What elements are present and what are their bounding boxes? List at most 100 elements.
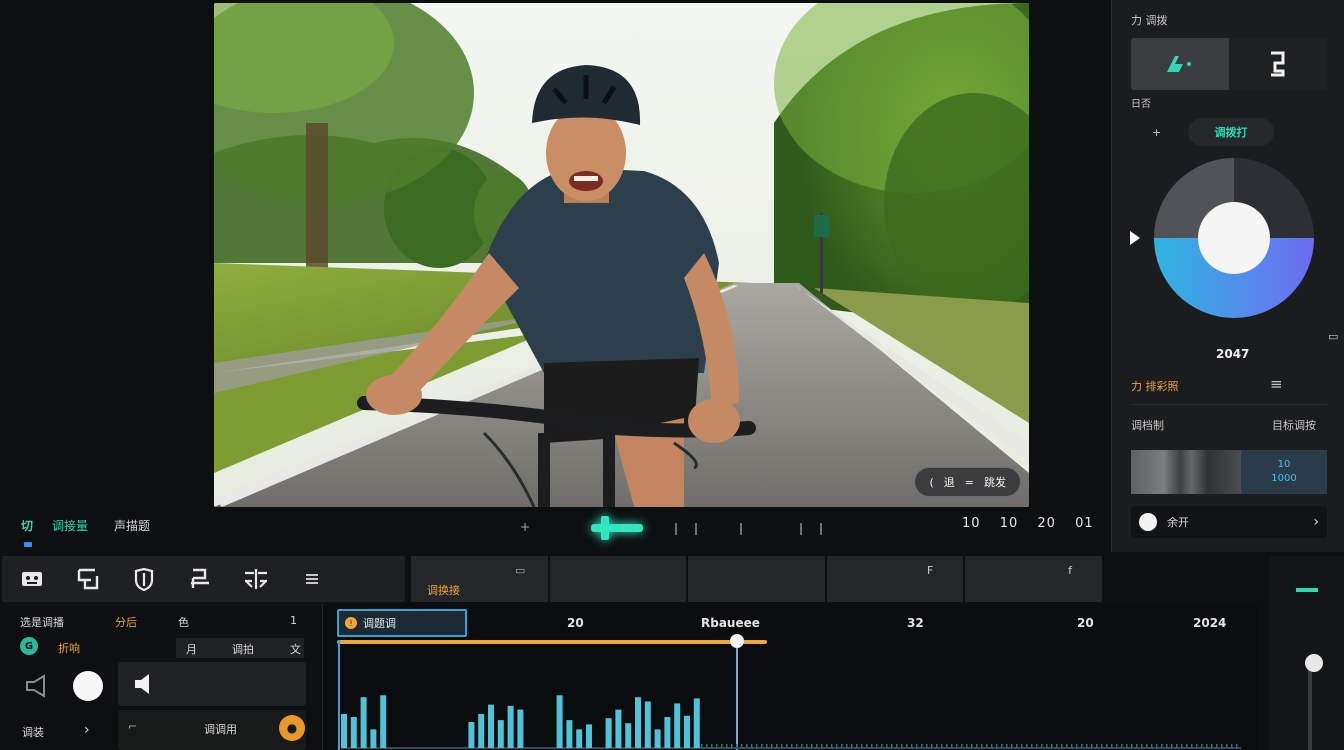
waveform-bar — [507, 705, 514, 748]
play-button-cap — [601, 516, 609, 540]
shield-icon[interactable] — [128, 563, 160, 595]
tab-c[interactable]: 声描题 — [114, 517, 150, 534]
menu-icon[interactable] — [296, 563, 328, 595]
bottom-chevron-icon[interactable]: › — [1313, 514, 1319, 530]
waveform-tick — [1196, 744, 1198, 748]
waveform-tick — [736, 744, 738, 748]
prop-tag-row[interactable]: 月 调拍 文 — [176, 638, 304, 658]
track-title: 调换接 — [427, 584, 460, 597]
chip-left-text: ( — [929, 475, 934, 489]
tab-b[interactable]: 调接量 — [52, 517, 88, 534]
props-bottom-left[interactable]: 调装 — [22, 724, 44, 740]
waveform-bar — [566, 720, 573, 748]
track-cell-3[interactable] — [688, 556, 825, 602]
waveform-tick — [931, 744, 933, 748]
ruler-label: Rbaueee — [701, 616, 760, 630]
waveform-tick — [961, 744, 963, 748]
record-dot-icon[interactable] — [1139, 513, 1157, 531]
clip-warning-icon: ! — [345, 617, 357, 629]
right-rail — [1270, 556, 1344, 750]
inspector-swatch[interactable]: 10 1000 — [1131, 450, 1327, 494]
track-cell-2[interactable] — [549, 556, 687, 602]
transport-tick — [820, 523, 822, 535]
mode-a-button[interactable] — [1131, 38, 1229, 90]
clip-label[interactable]: ! 调题调 — [337, 609, 467, 637]
wheel-pointer-icon[interactable] — [1130, 231, 1140, 245]
color-wheel[interactable] — [1152, 156, 1316, 320]
waveform-tick — [866, 744, 868, 748]
waveform-tick — [1031, 744, 1033, 748]
swatch-value[interactable]: 10 1000 — [1241, 450, 1327, 494]
time-readout: 10 10 20 01 — [962, 516, 1094, 531]
mode-b-button[interactable] — [1229, 38, 1327, 90]
speaker-icon[interactable] — [132, 672, 156, 696]
waveform-tick — [936, 744, 938, 748]
waveform-bar — [664, 717, 671, 748]
crop-icon[interactable] — [184, 563, 216, 595]
preview-image — [214, 3, 1029, 507]
mirror-icon[interactable] — [240, 563, 272, 595]
inspector-panel: 力 调拨 日否 + 调拨打 ▭ 2047 力 排彩照 ≡ 调档制 目标调按 10… — [1111, 0, 1344, 552]
timeline[interactable]: ! 调题调 20 Rbaueee 32 20 2024 — [322, 604, 1258, 750]
waveform-tick — [941, 744, 943, 748]
track-cell-5[interactable]: f — [965, 556, 1102, 602]
tab-a[interactable]: 切 — [21, 517, 33, 534]
speaker-outline-icon[interactable] — [24, 674, 54, 698]
adjust-icon[interactable]: ≡ — [1270, 375, 1283, 393]
audio-panel-secondary[interactable]: ⌐ 调调用 — [118, 710, 306, 750]
waveform-tick — [721, 744, 723, 748]
waveform-tick — [1206, 744, 1208, 748]
waveform-tick — [1171, 744, 1173, 748]
track-cell-4[interactable]: F — [826, 556, 964, 602]
waveform-bar — [605, 718, 612, 748]
rail-accent — [1296, 588, 1318, 592]
toggle-knob[interactable] — [73, 671, 103, 701]
ruler-label: 2024 — [1193, 616, 1227, 630]
chip-mid-text: 退 — [943, 476, 955, 489]
track-square-icon[interactable]: ▭ — [515, 564, 525, 577]
inspector-bottom-row[interactable]: 余开 › — [1131, 506, 1327, 538]
waveform-tick — [1051, 744, 1053, 748]
add-icon[interactable]: + — [1152, 126, 1161, 139]
add-marker-icon[interactable]: + — [520, 520, 530, 534]
waveform-tick — [1176, 744, 1178, 748]
audio-record-icon[interactable]: ● — [279, 715, 305, 741]
waveform-bar — [654, 729, 661, 748]
waveform-tick — [1061, 744, 1063, 748]
face-icon[interactable] — [16, 563, 48, 595]
props-chevron-icon[interactable]: › — [84, 722, 90, 738]
audio-waveform[interactable] — [341, 684, 1241, 750]
play-button[interactable] — [591, 524, 643, 532]
playhead-handle[interactable] — [730, 634, 745, 648]
preview-overlay-chip[interactable]: ( 退 = 跳发 — [914, 467, 1021, 497]
props-item-accent[interactable]: 折响 — [58, 640, 80, 656]
props-col-b: 1 — [290, 614, 297, 627]
waveform-tick — [856, 744, 858, 748]
clip-start-marker — [338, 640, 340, 750]
inspector-pill[interactable]: 调拨打 — [1188, 118, 1274, 146]
waveform-tick — [896, 744, 898, 748]
waveform-tick — [1071, 744, 1073, 748]
waveform-tick — [881, 744, 883, 748]
wheel-center-knob[interactable] — [1198, 202, 1270, 274]
waveform-tick — [951, 744, 953, 748]
waveform-tick — [876, 744, 878, 748]
waveform-bar — [674, 703, 681, 748]
waveform-tick — [831, 744, 833, 748]
volume-slider-knob[interactable] — [1305, 654, 1323, 672]
video-preview[interactable]: ( 退 = 跳发 — [214, 3, 1029, 507]
waveform-tick — [1156, 744, 1158, 748]
timeline-progress[interactable] — [337, 640, 767, 644]
track-cell-1[interactable]: 调换接 ▭ — [411, 556, 548, 602]
waveform-tick — [971, 744, 973, 748]
split-icon[interactable] — [72, 563, 104, 595]
waveform-tick — [926, 744, 928, 748]
waveform-bar — [497, 720, 504, 748]
tab-indicator — [24, 542, 32, 547]
waveform-tick — [861, 744, 863, 748]
waveform-bar — [635, 697, 641, 748]
mode-toggle[interactable] — [1131, 38, 1327, 90]
waveform-tick — [801, 744, 803, 748]
track-headers: 调换接 ▭ F f — [411, 556, 1102, 602]
audio-panel[interactable] — [118, 662, 306, 706]
